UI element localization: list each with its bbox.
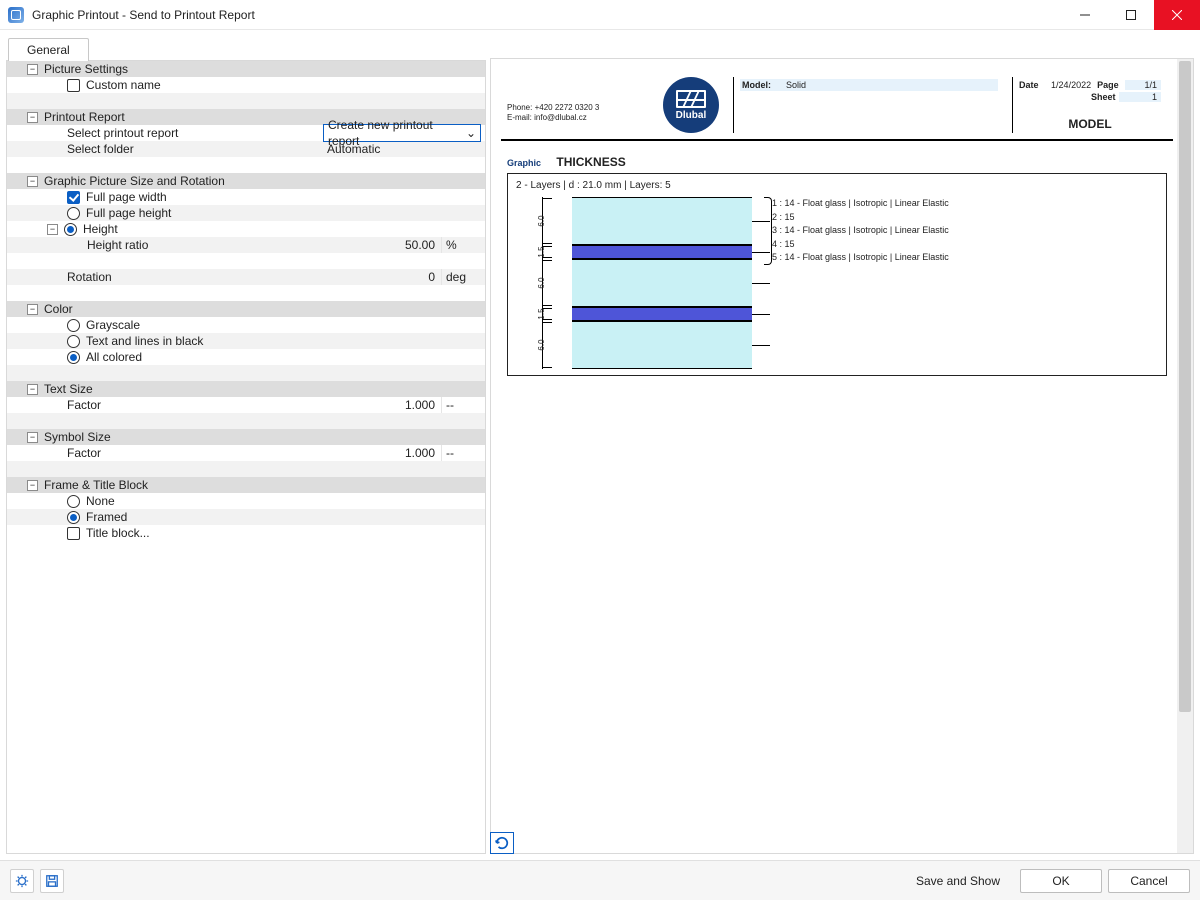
tab-strip: General: [8, 36, 486, 60]
titlebar: Graphic Printout - Send to Printout Repo…: [0, 0, 1200, 30]
radio-icon[interactable]: [64, 223, 77, 236]
radio-icon[interactable]: [67, 335, 80, 348]
tab-general[interactable]: General: [8, 38, 89, 61]
row-text-factor: Factor 1.000 --: [7, 397, 485, 413]
report-title: THICKNESS: [556, 155, 625, 169]
radio-icon[interactable]: [67, 319, 80, 332]
company-info: Phone: +420 2272 0320 3 E-mail: info@dlu…: [507, 77, 649, 133]
option-grayscale[interactable]: Grayscale: [7, 317, 485, 333]
report-header: Phone: +420 2272 0320 3 E-mail: info@dlu…: [501, 69, 1173, 141]
checkbox-icon[interactable]: [67, 527, 80, 540]
figure-frame: 2 - Layers | d : 21.0 mm | Layers: 5 6.0…: [507, 173, 1167, 376]
text-factor-value[interactable]: 1.000: [323, 397, 441, 413]
bridge-icon: [676, 90, 706, 108]
group-color: − Color: [7, 301, 485, 317]
option-height[interactable]: − Height: [7, 221, 485, 237]
collapse-icon[interactable]: −: [27, 304, 38, 315]
tree-row-blank: [7, 413, 485, 429]
window-title: Graphic Printout - Send to Printout Repo…: [32, 8, 1062, 22]
tree-row-blank: [7, 285, 485, 301]
dlubal-logo: Dlubal: [663, 77, 719, 133]
ok-button[interactable]: OK: [1020, 869, 1102, 893]
tree-row-blank: [7, 253, 485, 269]
app-icon: [8, 7, 24, 23]
option-frame-framed[interactable]: Framed: [7, 509, 485, 525]
group-size-rotation: − Graphic Picture Size and Rotation: [7, 173, 485, 189]
collapse-icon[interactable]: −: [27, 384, 38, 395]
option-all-colored[interactable]: All colored: [7, 349, 485, 365]
collapse-icon[interactable]: −: [27, 112, 38, 123]
option-text-lines-black[interactable]: Text and lines in black: [7, 333, 485, 349]
chevron-down-icon: ⌄: [466, 125, 476, 141]
group-frame-title: − Frame & Title Block: [7, 477, 485, 493]
close-button[interactable]: [1154, 0, 1200, 30]
collapse-icon[interactable]: −: [27, 480, 38, 491]
preview-scrollbar[interactable]: [1177, 59, 1193, 853]
report-body: Graphic THICKNESS 2 - Layers | d : 21.0 …: [501, 141, 1173, 390]
tree-row-blank: [7, 93, 485, 109]
radio-icon[interactable]: [67, 207, 80, 220]
report-meta-model: Model:Solid: [733, 77, 1004, 133]
rotation-value[interactable]: 0: [323, 269, 441, 285]
radio-icon[interactable]: [67, 351, 80, 364]
save-icon: [45, 874, 59, 888]
option-title-block[interactable]: Title block...: [7, 525, 485, 541]
collapse-icon[interactable]: −: [27, 432, 38, 443]
group-text-size: − Text Size: [7, 381, 485, 397]
gear-icon: [15, 874, 29, 888]
layer-legend: 1 : 14 - Float glass | Isotropic | Linea…: [772, 197, 949, 265]
row-select-printout-report: Select printout report Create new printo…: [7, 125, 485, 141]
tree-row-blank: [7, 365, 485, 381]
collapse-icon[interactable]: −: [27, 64, 38, 75]
select-printout-report-dropdown[interactable]: Create new printout report ⌄: [323, 124, 481, 142]
collapse-icon[interactable]: −: [27, 176, 38, 187]
option-custom-name[interactable]: Custom name: [7, 77, 485, 93]
settings-tree: − Picture Settings Custom name − Printou…: [6, 60, 486, 854]
maximize-button[interactable]: [1108, 0, 1154, 30]
height-ratio-value[interactable]: 50.00: [323, 237, 441, 253]
group-picture-settings: − Picture Settings: [7, 61, 485, 77]
preview-pane: Phone: +420 2272 0320 3 E-mail: info@dlu…: [490, 58, 1194, 854]
cancel-button[interactable]: Cancel: [1108, 869, 1190, 893]
option-full-page-height[interactable]: Full page height: [7, 205, 485, 221]
row-select-folder: Select folder Automatic: [7, 141, 485, 157]
toolbar-button-2[interactable]: [40, 869, 64, 893]
row-symbol-factor: Factor 1.000 --: [7, 445, 485, 461]
refresh-preview-button[interactable]: [490, 832, 514, 854]
report-meta-page: Date1/24/2022Page1/1 Sheet1 MODEL: [1012, 77, 1167, 133]
row-height-ratio: Height ratio 50.00 %: [7, 237, 485, 253]
checkbox-icon[interactable]: [67, 79, 80, 92]
row-rotation: Rotation 0 deg: [7, 269, 485, 285]
collapse-icon[interactable]: −: [47, 224, 58, 235]
figure-caption: 2 - Layers | d : 21.0 mm | Layers: 5: [516, 180, 1158, 191]
tree-row-blank: [7, 461, 485, 477]
toolbar-button-1[interactable]: [10, 869, 34, 893]
graphic-label: Graphic: [507, 158, 541, 168]
checkbox-icon[interactable]: [67, 191, 80, 204]
save-and-show-button[interactable]: Save and Show: [902, 869, 1014, 893]
group-symbol-size: − Symbol Size: [7, 429, 485, 445]
tree-row-blank: [7, 157, 485, 173]
dialog-footer: Save and Show OK Cancel: [0, 860, 1200, 900]
layer-stack: 6.0 1.5 6.0 1.5 6.0: [572, 197, 752, 369]
option-frame-none[interactable]: None: [7, 493, 485, 509]
symbol-factor-value[interactable]: 1.000: [323, 445, 441, 461]
option-full-page-width[interactable]: Full page width: [7, 189, 485, 205]
minimize-button[interactable]: [1062, 0, 1108, 30]
radio-icon[interactable]: [67, 495, 80, 508]
radio-icon[interactable]: [67, 511, 80, 524]
